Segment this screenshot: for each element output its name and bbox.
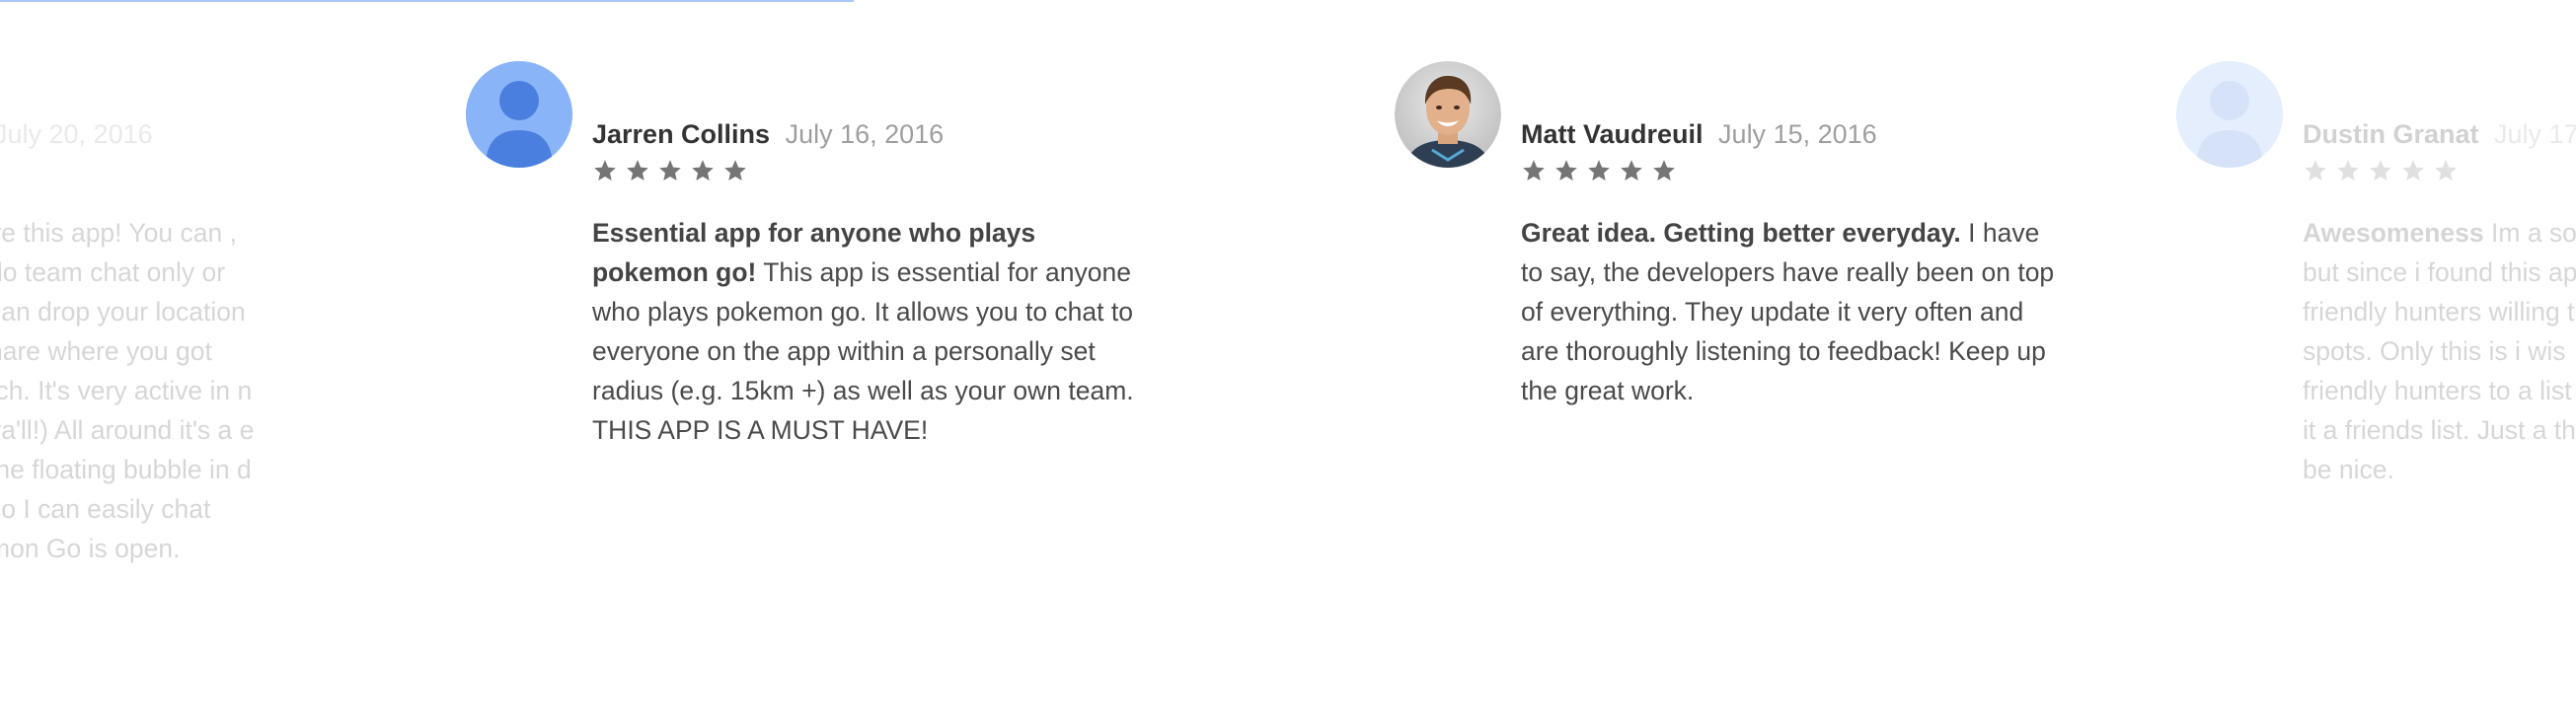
user-photo <box>1395 61 1501 168</box>
star-icon <box>692 160 714 181</box>
review-title: Great idea. Getting better everyday. <box>1521 218 1961 248</box>
review-body: ve this app! You can , do team chat only… <box>0 213 260 568</box>
generic-person-icon <box>466 61 572 168</box>
review-header: Dustin Granat July 17, 2 <box>2303 118 2576 150</box>
star-icon <box>724 160 746 181</box>
review-body: Essential app for anyone who plays pokem… <box>592 213 1140 450</box>
review-header: Jarren Collins July 16, 2016 <box>592 118 944 150</box>
star-icon <box>1523 160 1545 181</box>
star-rating <box>592 158 748 183</box>
generic-person-icon <box>2176 61 2283 168</box>
avatar[interactable] <box>466 61 572 168</box>
review-body: Awesomeness Im a sol but since i found t… <box>2303 213 2576 489</box>
review-card: July 20, 2016 ve this app! You can , do … <box>0 0 266 612</box>
star-icon <box>594 160 616 181</box>
star-icon <box>2305 160 2326 181</box>
reviewer-name[interactable]: Jarren Collins <box>592 119 770 149</box>
review-date: July 17, 2 <box>2494 119 2576 149</box>
star-icon <box>2337 160 2359 181</box>
review-body-text: Im a sol but since i found this ap frien… <box>2303 218 2576 484</box>
star-icon <box>1621 160 1642 181</box>
star-rating <box>2303 158 2459 183</box>
star-rating <box>1521 158 1677 183</box>
review-header: July 20, 2016 <box>0 118 153 150</box>
star-icon <box>1555 160 1577 181</box>
review-header: Matt Vaudreuil July 15, 2016 <box>1521 118 1877 150</box>
star-icon <box>2370 160 2391 181</box>
review-date: July 15, 2016 <box>1718 119 1877 149</box>
review-date: July 16, 2016 <box>785 119 945 149</box>
review-body-text: ve this app! You can , do team chat only… <box>0 218 255 563</box>
star-icon <box>2402 160 2424 181</box>
avatar[interactable] <box>2176 61 2283 168</box>
review-body: Great idea. Getting better everyday. I h… <box>1521 213 2059 410</box>
review-card: Matt Vaudreuil July 15, 2016 Great idea.… <box>1395 0 2066 612</box>
reviewer-name[interactable]: Matt Vaudreuil <box>1521 119 1704 149</box>
reviewer-name[interactable]: Dustin Granat <box>2303 119 2479 149</box>
star-icon <box>1653 160 1675 181</box>
review-card: Dustin Granat July 17, 2 Awesomeness Im … <box>2176 0 2576 612</box>
review-card: Jarren Collins July 16, 2016 Essential a… <box>466 0 1137 612</box>
star-icon <box>659 160 681 181</box>
star-icon <box>627 160 648 181</box>
review-date: July 20, 2016 <box>0 119 153 149</box>
star-icon <box>2435 160 2457 181</box>
star-icon <box>1588 160 1610 181</box>
avatar[interactable] <box>1395 61 1501 168</box>
review-title: Awesomeness <box>2303 218 2484 248</box>
